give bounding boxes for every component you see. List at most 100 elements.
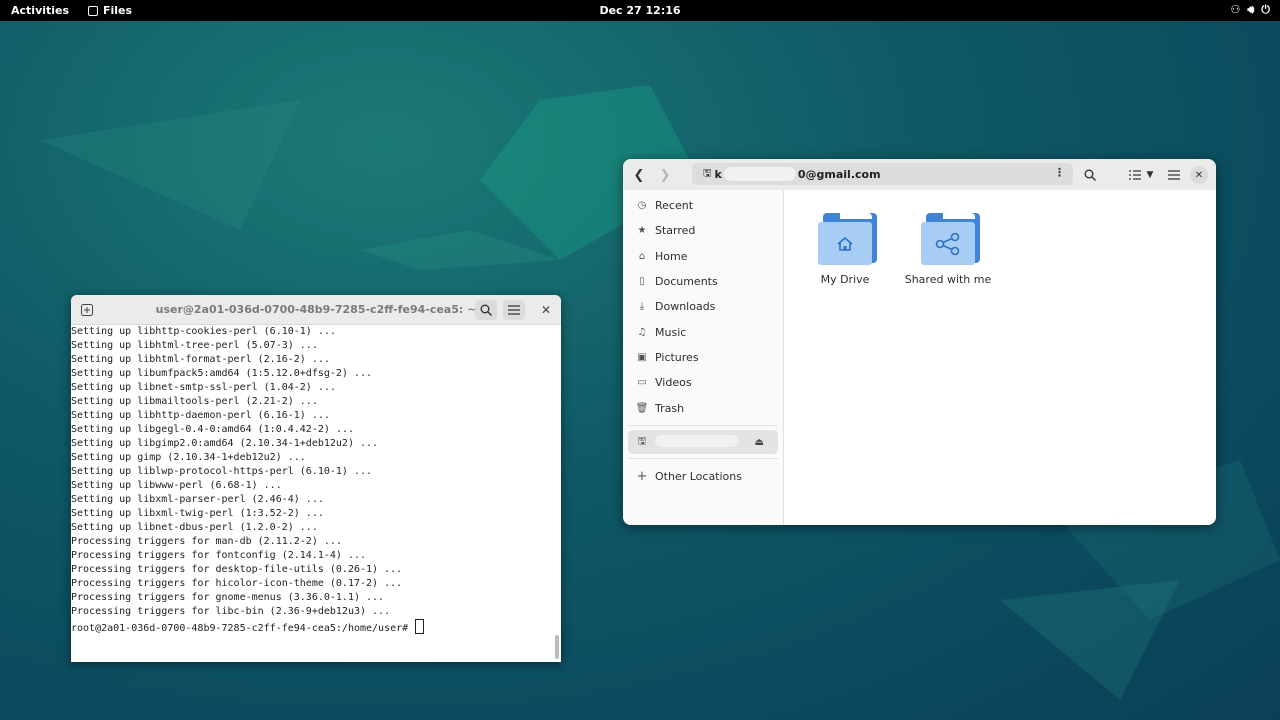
- files-app-icon: [88, 5, 98, 16]
- folder-my-drive[interactable]: My Drive: [799, 213, 891, 286]
- terminal-line: Processing triggers for desktop-file-uti…: [71, 564, 403, 575]
- sidebar-item-google-drive[interactable]: 🖫 ⏏: [628, 430, 778, 454]
- sidebar-item-home[interactable]: ⌂ Home: [628, 244, 778, 268]
- files-main-menu-button[interactable]: [1163, 165, 1185, 185]
- location-path-suffix: 0@gmail.com: [797, 168, 881, 181]
- sidebar-item-documents[interactable]: ▯ Documents: [628, 269, 778, 293]
- terminal-line: Setting up libhttp-cookies-perl (6.10-1)…: [71, 326, 336, 337]
- terminal-line: Setting up gimp (2.10.34-1+deb12u2) ...: [71, 452, 306, 463]
- location-path-prefix: k: [714, 168, 722, 181]
- terminal-line: Processing triggers for hicolor-icon-the…: [71, 578, 403, 589]
- sidebar-item-other-locations[interactable]: + Other Locations: [628, 464, 778, 488]
- system-tray[interactable]: ⚇ 🔊︎ ⏻: [1230, 3, 1270, 17]
- redacted-text: [723, 167, 796, 181]
- chevron-left-icon: ❮: [633, 167, 645, 183]
- sidebar-item-videos[interactable]: ▭ Videos: [628, 370, 778, 394]
- power-icon: ⏻: [1261, 3, 1270, 16]
- back-button[interactable]: ❮: [628, 165, 650, 185]
- download-icon: ⤓: [639, 300, 645, 312]
- terminal-prompt-line: root@2a01-036d-0700-48b9-7285-c2ff-fe94-…: [71, 619, 553, 636]
- kebab-menu-icon[interactable]: ⋮: [1054, 166, 1065, 179]
- terminal-menu-button[interactable]: [503, 300, 525, 320]
- network-drive-icon: 🖫: [703, 167, 712, 179]
- close-icon: ✕: [1194, 169, 1204, 181]
- sidebar-item-label: Music: [655, 325, 687, 339]
- forward-button[interactable]: ❯: [654, 165, 676, 185]
- sidebar-item-label: Home: [655, 249, 688, 263]
- network-drive-icon: 🖫: [637, 435, 647, 447]
- files-close-button[interactable]: ✕: [1190, 166, 1208, 184]
- plus-icon: +: [636, 468, 648, 484]
- video-icon: ▭: [637, 376, 647, 388]
- trash-icon: 🗑︎: [635, 402, 649, 414]
- sidebar-item-music[interactable]: ♫ Music: [628, 320, 778, 344]
- files-headerbar[interactable]: ❮ ❯ 🖫 k 0@gmail.com ⋮ ▼ ✕: [623, 159, 1216, 190]
- sidebar-item-label: Documents: [655, 274, 718, 288]
- folder-shared-with-me[interactable]: Shared with me: [902, 213, 994, 286]
- terminal-close-button[interactable]: ✕: [535, 300, 557, 320]
- network-icon: ⚇: [1230, 3, 1241, 16]
- files-window[interactable]: ❮ ❯ 🖫 k 0@gmail.com ⋮ ▼ ✕ ◷ Recent ★ Starre…: [623, 159, 1216, 525]
- terminal-line: Setting up libhtml-tree-perl (5.07-3) ..…: [71, 340, 318, 351]
- list-view-icon: [1128, 170, 1141, 180]
- star-icon: ★: [637, 224, 647, 236]
- terminal-window[interactable]: user@2a01-036d-0700-48b9-7285-c2ff-fe94-…: [71, 295, 561, 662]
- search-icon: [480, 304, 492, 316]
- sidebar-item-label: Trash: [655, 401, 685, 415]
- view-options-button[interactable]: ▼: [1123, 165, 1159, 185]
- sidebar-item-trash[interactable]: 🗑︎ Trash: [628, 396, 778, 420]
- music-icon: ♫: [637, 326, 647, 338]
- sidebar-item-label: Starred: [655, 223, 696, 237]
- sidebar-item-label: Other Locations: [655, 469, 742, 483]
- document-icon: ▯: [639, 275, 645, 287]
- terminal-line: Setting up libmailtools-perl (2.21-2) ..…: [71, 396, 318, 407]
- terminal-line: Processing triggers for man-db (2.11.2-2…: [71, 536, 342, 547]
- terminal-line: Setting up libnet-smtp-ssl-perl (1.04-2)…: [71, 382, 336, 393]
- sidebar-item-label: Recent: [655, 198, 694, 212]
- terminal-titlebar[interactable]: user@2a01-036d-0700-48b9-7285-c2ff-fe94-…: [71, 295, 561, 325]
- terminal-cursor: [415, 619, 425, 634]
- home-icon: ⌂: [638, 250, 646, 262]
- redacted-text: [655, 434, 739, 450]
- home-icon: [837, 236, 853, 251]
- files-search-button[interactable]: [1079, 165, 1101, 185]
- terminal-line: Setting up libumfpack5:amd64 (1:5.12.0+d…: [71, 368, 373, 379]
- share-icon: [935, 232, 960, 255]
- terminal-line: Setting up libxml-twig-perl (1:3.52-2) .…: [71, 508, 324, 519]
- sidebar-item-pictures[interactable]: ▣ Pictures: [628, 345, 778, 369]
- sidebar-item-label: Videos: [655, 375, 692, 389]
- activities-button[interactable]: Activities: [11, 4, 69, 17]
- clock-icon: ◷: [637, 199, 647, 211]
- places-sidebar: ◷ Recent ★ Starred ⌂ Home ▯ Documents ⤓ Downl…: [623, 190, 784, 525]
- hamburger-icon: [508, 305, 520, 315]
- sidebar-divider: [628, 458, 778, 459]
- sidebar-item-starred[interactable]: ★ Starred: [628, 218, 778, 242]
- clock[interactable]: Dec 27 12:16: [599, 4, 680, 17]
- terminal-scrollbar[interactable]: [555, 635, 559, 659]
- terminal-line: Processing triggers for libc-bin (2.36-9…: [71, 606, 391, 617]
- terminal-line: Setting up libnet-dbus-perl (1.2.0-2) ..…: [71, 522, 318, 533]
- eject-icon[interactable]: ⏏: [755, 437, 764, 448]
- picture-icon: ▣: [637, 351, 647, 363]
- terminal-output[interactable]: Setting up libhttp-cookies-perl (6.10-1)…: [71, 325, 553, 662]
- terminal-line: Setting up libhtml-format-perl (2.16-2) …: [71, 354, 330, 365]
- terminal-line: Setting up libgegl-0.4-0:amd64 (1:0.4.42…: [71, 424, 354, 435]
- location-bar[interactable]: 🖫 k 0@gmail.com ⋮: [692, 163, 1073, 185]
- app-menu-button[interactable]: Files: [88, 4, 132, 17]
- sidebar-item-label: Downloads: [655, 299, 716, 313]
- close-icon: ✕: [540, 303, 552, 317]
- folder-icon: [921, 213, 980, 265]
- terminal-search-button[interactable]: [475, 300, 497, 320]
- folder-icon: [818, 213, 877, 265]
- sidebar-divider: [628, 425, 778, 426]
- app-name: Files: [103, 4, 133, 17]
- top-bar: Activities Files Dec 27 12:16 ⚇ 🔊︎ ⏻: [0, 0, 1280, 21]
- location-path: k 0@gmail.com: [715, 167, 881, 181]
- terminal-prompt: root@2a01-036d-0700-48b9-7285-c2ff-fe94-…: [71, 623, 415, 634]
- file-view[interactable]: My Drive Shared with me: [784, 190, 1216, 525]
- sidebar-item-label: Pictures: [655, 350, 699, 364]
- terminal-line: Setting up liblwp-protocol-https-perl (6…: [71, 466, 373, 477]
- volume-icon: 🔊︎: [1247, 3, 1255, 16]
- sidebar-item-recent[interactable]: ◷ Recent: [628, 193, 778, 217]
- sidebar-item-downloads[interactable]: ⤓ Downloads: [628, 294, 778, 318]
